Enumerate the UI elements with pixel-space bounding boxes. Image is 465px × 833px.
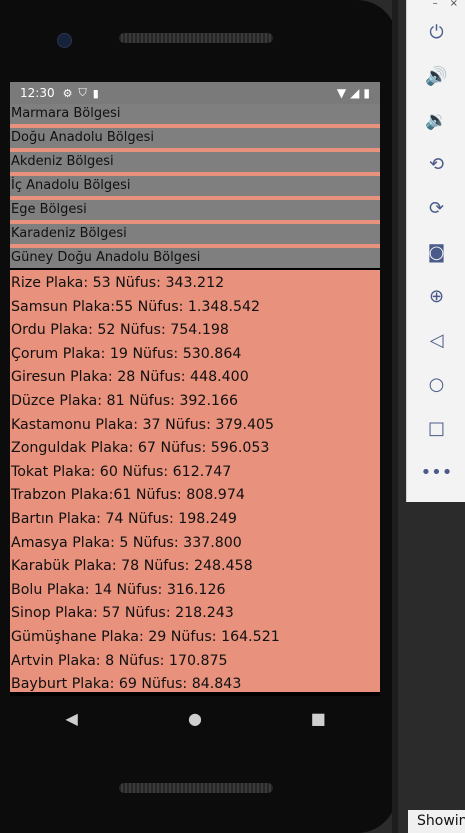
emulator-toolbar: – × ⏻ 🔊 🔉 ⟲ ⟳ ◙ ⊕ ◁ ○ □ •••: [406, 0, 465, 502]
volume-up-icon[interactable]: 🔊: [407, 54, 465, 98]
app-screen: 12:30 ⚙ ⛉ ▮ ▼ ◢ ▮ Marmara Bölgesi Doğu A…: [10, 82, 380, 696]
rotate-left-icon[interactable]: ⟲: [407, 142, 465, 186]
city-list-item[interactable]: Bolu Plaka: 14 Nüfus: 316.126: [10, 579, 380, 603]
city-list-item[interactable]: Düzce Plaka: 81 Nüfus: 392.166: [10, 390, 380, 414]
region-item-ege[interactable]: Ege Bölgesi: [10, 200, 380, 220]
phone-edge: [392, 0, 398, 833]
bottom-speaker: [119, 783, 273, 793]
city-list-item[interactable]: Artvin Plaka: 8 Nüfus: 170.875: [10, 650, 380, 674]
power-icon[interactable]: ⏻: [407, 10, 465, 54]
region-item-dogu-anadolu[interactable]: Doğu Anadolu Bölgesi: [10, 128, 380, 148]
sim-card-icon: ▮: [92, 86, 99, 100]
city-list-item[interactable]: Sinop Plaka: 57 Nüfus: 218.243: [10, 602, 380, 626]
city-list: Rize Plaka: 53 Nüfus: 343.212 Samsun Pla…: [10, 270, 380, 692]
status-time: 12:30: [20, 86, 55, 100]
back-icon[interactable]: ◁: [407, 318, 465, 362]
signal-icon: ◢: [350, 86, 360, 100]
region-item-karadeniz[interactable]: Karadeniz Bölgesi: [10, 224, 380, 244]
city-list-item[interactable]: Ordu Plaka: 52 Nüfus: 754.198: [10, 319, 380, 343]
front-camera: [57, 33, 72, 48]
city-list-item[interactable]: Samsun Plaka:55 Nüfus: 1.348.542: [10, 296, 380, 320]
city-list-item[interactable]: Çorum Plaka: 19 Nüfus: 530.864: [10, 343, 380, 367]
camera-icon[interactable]: ◙: [407, 230, 465, 274]
android-nav-bar: ◀ ● ■: [10, 696, 380, 740]
region-item-guney-dogu-anadolu[interactable]: Güney Doğu Anadolu Bölgesi: [10, 248, 380, 268]
region-item-marmara[interactable]: Marmara Bölgesi: [10, 104, 380, 124]
settings-icon: ⚙: [62, 86, 73, 100]
city-list-item[interactable]: Kastamonu Plaka: 37 Nüfus: 379.405: [10, 414, 380, 438]
city-list-item[interactable]: Rize Plaka: 53 Nüfus: 343.212: [10, 272, 380, 296]
volume-down-icon[interactable]: 🔉: [407, 98, 465, 142]
overview-icon[interactable]: □: [407, 406, 465, 450]
battery-icon: ▮: [363, 86, 370, 100]
zoom-icon[interactable]: ⊕: [407, 274, 465, 318]
home-icon[interactable]: ○: [407, 362, 465, 406]
more-icon[interactable]: •••: [407, 450, 465, 494]
region-item-akdeniz[interactable]: Akdeniz Bölgesi: [10, 152, 380, 172]
minimize-icon[interactable]: –: [433, 0, 438, 10]
city-list-item[interactable]: Karabük Plaka: 78 Nüfus: 248.458: [10, 555, 380, 579]
shield-icon: ⛉: [78, 86, 87, 99]
back-icon[interactable]: ◀: [52, 709, 92, 728]
city-list-item[interactable]: Tokat Plaka: 60 Nüfus: 612.747: [10, 461, 380, 485]
home-icon[interactable]: ●: [175, 709, 215, 728]
city-list-item[interactable]: Bartın Plaka: 74 Nüfus: 198.249: [10, 508, 380, 532]
wifi-icon: ▼: [336, 86, 347, 100]
city-list-item[interactable]: Giresun Plaka: 28 Nüfus: 448.400: [10, 366, 380, 390]
city-list-item[interactable]: Trabzon Plaka:61 Nüfus: 808.974: [10, 484, 380, 508]
region-item-ic-anadolu[interactable]: İç Anadolu Bölgesi: [10, 176, 380, 196]
rotate-right-icon[interactable]: ⟳: [407, 186, 465, 230]
city-list-item[interactable]: Bayburt Plaka: 69 Nüfus: 84.843: [10, 673, 380, 696]
city-list-item[interactable]: Amasya Plaka: 5 Nüfus: 337.800: [10, 532, 380, 556]
close-icon[interactable]: ×: [450, 0, 458, 10]
window-controls: – ×: [407, 0, 465, 10]
status-bar: 12:30 ⚙ ⛉ ▮ ▼ ◢ ▮: [10, 82, 380, 104]
recents-icon[interactable]: ■: [298, 709, 338, 728]
showing-tab[interactable]: Showin: [408, 810, 465, 833]
top-speaker: [119, 33, 273, 43]
city-list-item[interactable]: Gümüşhane Plaka: 29 Nüfus: 164.521: [10, 626, 380, 650]
city-list-item[interactable]: Zonguldak Plaka: 67 Nüfus: 596.053: [10, 437, 380, 461]
region-list: Marmara Bölgesi Doğu Anadolu Bölgesi Akd…: [10, 104, 380, 268]
